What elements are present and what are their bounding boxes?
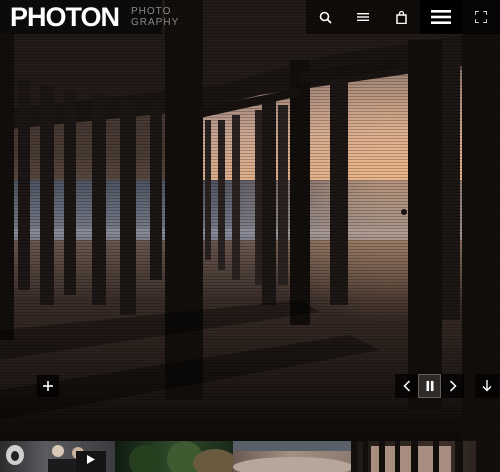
logo-subtitle-line1: PHOTO: [131, 6, 172, 17]
chevron-left-icon: [402, 380, 410, 392]
arrow-down-icon: [482, 380, 492, 392]
logo-subtitle-line2: GRAPHY: [131, 17, 180, 28]
previous-slide-button[interactable]: [395, 374, 418, 398]
thumbnail-forest-image: [129, 441, 233, 472]
thumbnail-people-image: [6, 445, 106, 472]
cart-button[interactable]: [382, 0, 420, 34]
list-button[interactable]: [344, 0, 382, 34]
slideshow-controls: [395, 374, 464, 398]
thumbnail-forest[interactable]: [115, 441, 233, 472]
header-toolbar: [306, 0, 500, 34]
thumbnail-pier[interactable]: [351, 441, 500, 472]
thumbnail-sand-image: [233, 441, 351, 472]
list-icon: [357, 13, 369, 21]
pause-icon: [426, 381, 433, 391]
menu-button[interactable]: [420, 0, 462, 34]
next-slide-button[interactable]: [441, 374, 464, 398]
thumbnail-sand[interactable]: [233, 441, 351, 472]
fullscreen-button[interactable]: [462, 0, 500, 34]
shopping-bag-icon: [395, 10, 407, 24]
thumbnail-people[interactable]: [0, 441, 115, 472]
plus-icon: [43, 381, 53, 391]
site-logo[interactable]: PHOTON PHOTO GRAPHY: [0, 0, 178, 34]
search-icon: [319, 11, 332, 24]
add-button[interactable]: [37, 375, 59, 397]
search-button[interactable]: [306, 0, 344, 34]
menu-icon: [431, 10, 451, 24]
thumbnail-strip: [0, 441, 500, 472]
pause-button[interactable]: [418, 374, 441, 398]
scroll-down-button[interactable]: [475, 374, 499, 398]
logo-subtitle: PHOTO GRAPHY: [131, 6, 179, 28]
logo-wordmark: PHOTON: [10, 1, 120, 32]
chevron-right-icon: [449, 380, 457, 392]
thumbnail-pier-image: [351, 441, 500, 472]
fullscreen-icon: [475, 11, 487, 23]
